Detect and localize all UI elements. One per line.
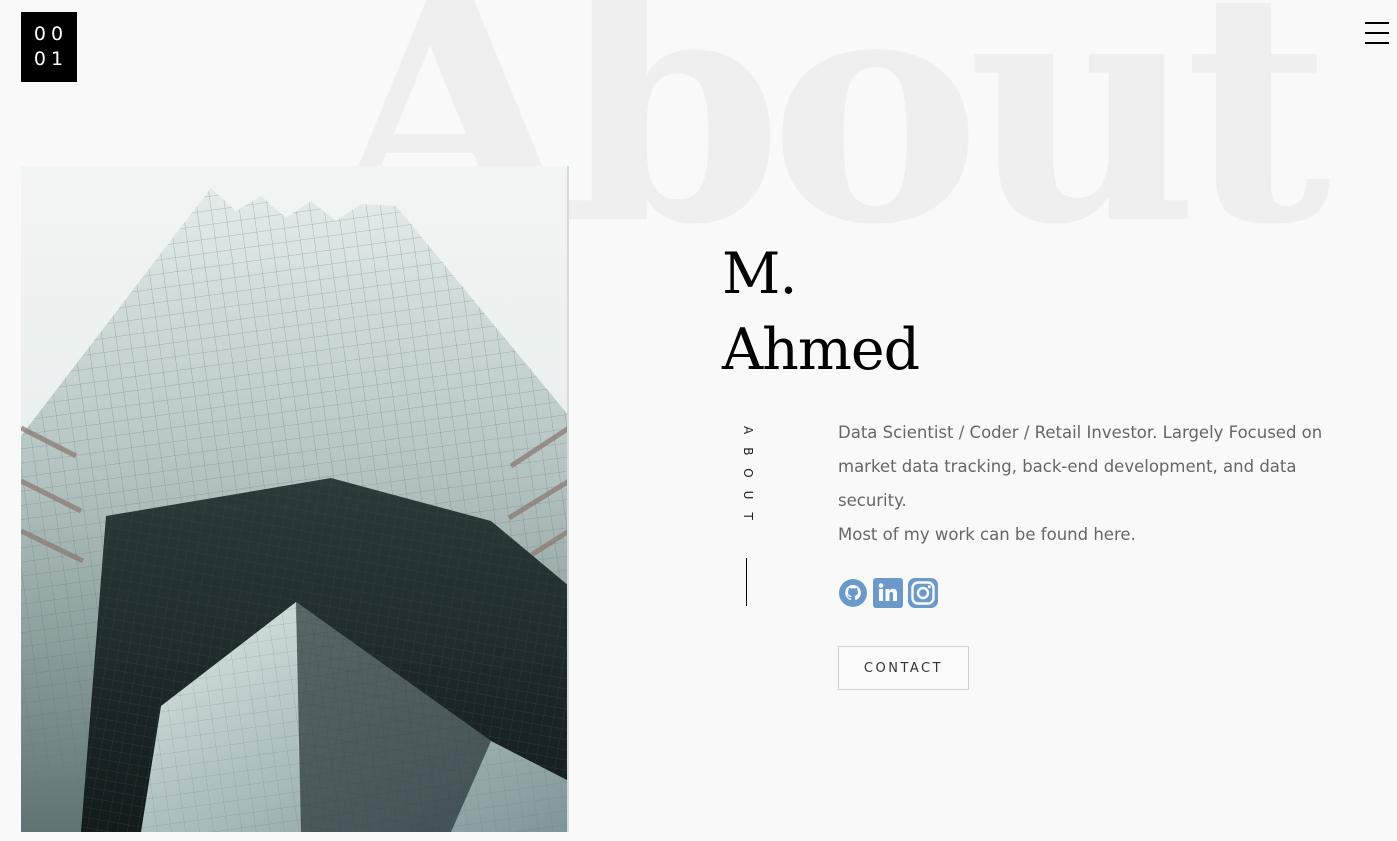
hamburger-menu-icon[interactable] <box>1365 22 1389 44</box>
name-line-2: Ahmed <box>722 317 920 383</box>
instagram-icon[interactable] <box>908 578 938 608</box>
linkedin-icon[interactable] <box>873 578 903 608</box>
logo-line-2: 01 <box>33 48 69 70</box>
person-name: M. Ahmed <box>722 236 920 388</box>
skyscraper-photo <box>21 166 569 832</box>
logo-line-1: 00 <box>33 23 69 45</box>
contact-button[interactable]: CONTACT <box>838 646 969 690</box>
section-label-vertical: ABOUT <box>741 426 755 533</box>
bio-paragraph-1: Data Scientist / Coder / Retail Investor… <box>838 423 1323 510</box>
github-icon[interactable] <box>838 578 868 608</box>
name-line-1: M. <box>722 241 797 307</box>
section-divider-line <box>746 558 747 606</box>
bio-text: Data Scientist / Coder / Retail Investor… <box>838 416 1358 552</box>
site-logo[interactable]: 00 01 <box>21 12 77 82</box>
bio-paragraph-2: Most of my work can be found here. <box>838 525 1136 544</box>
social-links <box>838 578 938 608</box>
